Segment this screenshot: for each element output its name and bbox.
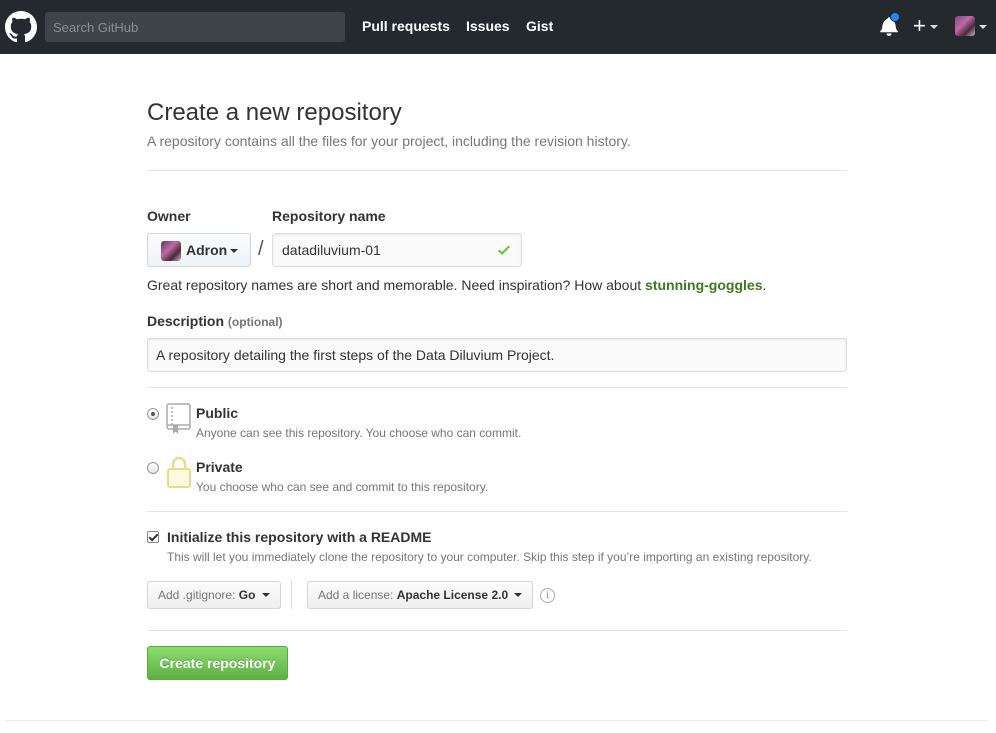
divider [147,387,847,388]
optional-tag: (optional) [227,315,283,329]
chevron-down-icon[interactable] [979,25,987,29]
avatar[interactable] [955,16,975,36]
description-label-text: Description [147,313,225,329]
check-icon [498,245,510,255]
notification-dot [890,12,900,22]
repo-book-icon [166,403,191,434]
name-suggestion-link[interactable]: stunning-goggles [645,277,762,293]
owner-repo-separator: / [258,238,264,260]
owner-select[interactable]: Adron [147,233,251,267]
divider [291,580,292,609]
license-select[interactable]: Add a license: Apache License 2.0 [307,581,534,609]
nav-issues[interactable]: Issues [466,18,510,34]
hint-suffix: . [762,277,767,293]
repo-name-input[interactable] [272,233,522,267]
description-input[interactable] [147,338,847,372]
readme-note: This will let you immediately clone the … [167,550,812,564]
divider [147,511,847,512]
public-radio[interactable] [147,408,159,420]
chevron-down-icon [261,593,270,597]
github-logo-icon[interactable] [5,11,37,43]
divider [147,170,847,171]
owner-avatar [161,241,181,261]
public-note: Anyone can see this repository. You choo… [196,426,522,440]
chevron-down-icon[interactable] [930,25,938,29]
license-prefix: Add a license: [318,588,394,602]
gitignore-select[interactable]: Add .gitignore: Go [147,581,281,609]
plus-icon[interactable]: + [913,14,926,38]
info-icon[interactable]: i [540,588,555,603]
owner-label: Owner [147,208,191,224]
private-radio[interactable] [147,462,159,474]
private-title: Private [196,459,243,475]
footer-divider [6,720,988,721]
top-header: Pull requests Issues Gist + [0,0,996,54]
search-input[interactable] [45,12,345,42]
repo-name-label: Repository name [272,208,386,224]
gitignore-value: Go [238,588,256,602]
create-repository-button[interactable]: Create repository [147,646,288,680]
chevron-down-icon [514,593,523,597]
page-title: Create a new repository [147,99,402,126]
description-label: Description (optional) [147,313,283,329]
divider [147,630,847,631]
nav-gist[interactable]: Gist [526,18,553,34]
owner-name: Adron [186,242,228,258]
private-note: You choose who can see and commit to thi… [196,480,489,494]
readme-checkbox[interactable] [147,531,159,543]
name-hint: Great repository names are short and mem… [147,277,766,293]
gitignore-prefix: Add .gitignore: [158,588,236,602]
readme-title: Initialize this repository with a README [167,529,432,545]
page-subtitle: A repository contains all the files for … [147,133,631,149]
lock-icon [167,456,191,488]
nav-pull-requests[interactable]: Pull requests [362,18,450,34]
chevron-down-icon [230,249,238,253]
license-value: Apache License 2.0 [396,588,509,602]
hint-text: Great repository names are short and mem… [147,277,646,293]
public-title: Public [196,405,239,421]
